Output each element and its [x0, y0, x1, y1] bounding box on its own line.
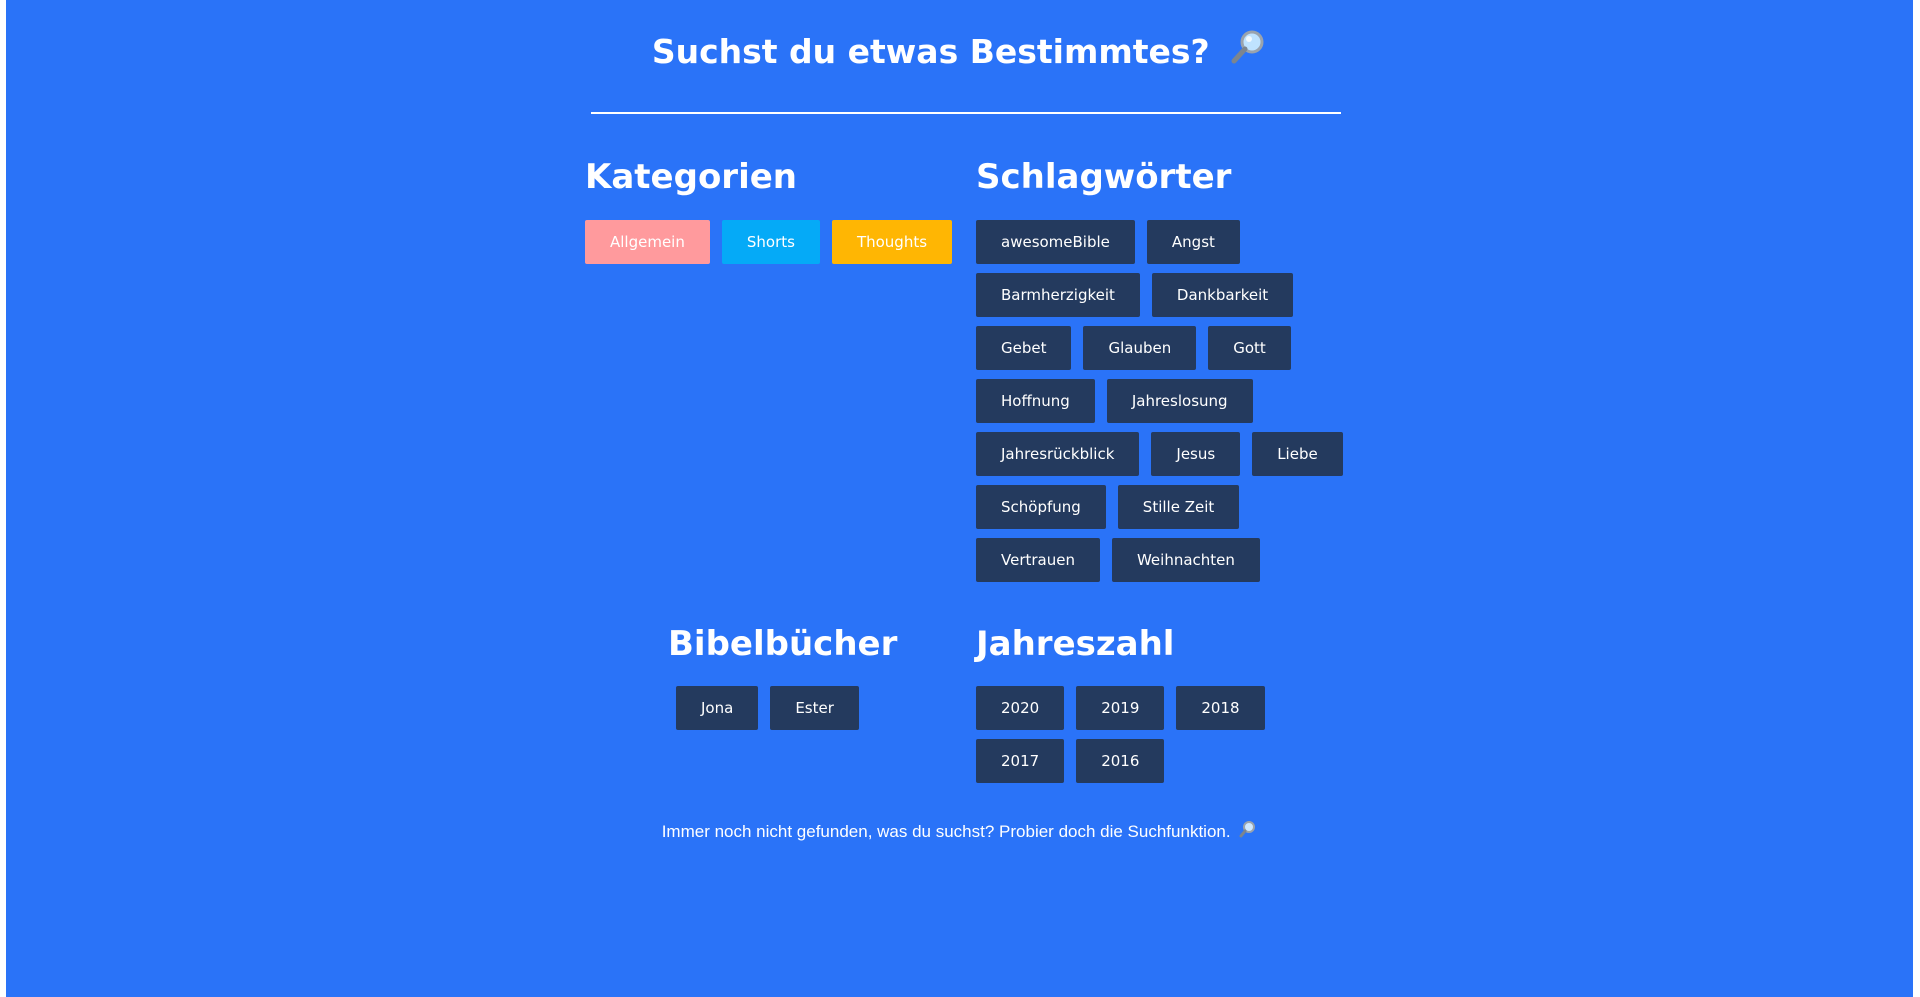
category-chip-allgemein[interactable]: Allgemein: [585, 220, 710, 264]
page-title-row: Suchst du etwas Bestimmtes?: [6, 28, 1913, 76]
tag-chip-vertrauen[interactable]: Vertrauen: [976, 538, 1100, 582]
tag-chip-hoffnung[interactable]: Hoffnung: [976, 379, 1095, 423]
year-chip-2016[interactable]: 2016: [1076, 739, 1165, 783]
tags-list: awesomeBible Angst Barmherzigkeit Dankbarke…: [976, 220, 1346, 582]
category-chip-shorts[interactable]: Shorts: [721, 220, 820, 264]
books-list: Jona Ester: [676, 686, 926, 730]
tag-chip-jahresrueckblick[interactable]: Jahresrückblick: [976, 432, 1140, 476]
page-title: Suchst du etwas Bestimmtes?: [651, 32, 1210, 71]
footer-text: Immer noch nicht gefunden, was du suchst…: [661, 822, 1231, 841]
year-chip-2020[interactable]: 2020: [976, 686, 1065, 730]
years-list: 2020 2019 2018 2017 2016: [976, 686, 1266, 783]
book-chip-ester[interactable]: Ester: [770, 686, 859, 730]
categories-list: Allgemein Shorts Thoughts: [585, 220, 985, 264]
book-chip-jona[interactable]: Jona: [676, 686, 759, 730]
tag-chip-angst[interactable]: Angst: [1146, 220, 1240, 264]
footer-hint: Immer noch nicht gefunden, was du suchst…: [6, 820, 1913, 845]
title-divider: [591, 112, 1341, 114]
tags-heading: Schlagwörter: [976, 157, 1232, 197]
tag-chip-dankbarkeit[interactable]: Dankbarkeit: [1151, 273, 1294, 317]
tag-chip-jahreslosung[interactable]: Jahreslosung: [1106, 379, 1253, 423]
tag-chip-gebet[interactable]: Gebet: [976, 326, 1072, 370]
magnifying-glass-icon: [1239, 820, 1257, 845]
categories-heading: Kategorien: [585, 157, 797, 197]
tag-chip-stille-zeit[interactable]: Stille Zeit: [1117, 485, 1240, 529]
years-heading: Jahreszahl: [976, 624, 1175, 664]
content-panel: Suchst du etwas Bestimmtes? Kategorien A…: [6, 0, 1913, 997]
year-chip-2018[interactable]: 2018: [1176, 686, 1265, 730]
tag-chip-weihnachten[interactable]: Weihnachten: [1111, 538, 1260, 582]
category-chip-thoughts[interactable]: Thoughts: [831, 220, 953, 264]
year-chip-2019[interactable]: 2019: [1076, 686, 1165, 730]
tag-chip-awesomebible[interactable]: awesomeBible: [976, 220, 1135, 264]
tag-chip-gott[interactable]: Gott: [1208, 326, 1291, 370]
books-heading: Bibelbücher: [668, 624, 898, 664]
tag-chip-schoepfung[interactable]: Schöpfung: [976, 485, 1106, 529]
tag-chip-barmherzigkeit[interactable]: Barmherzigkeit: [976, 273, 1140, 317]
tag-chip-glauben[interactable]: Glauben: [1083, 326, 1197, 370]
magnifying-glass-icon: [1229, 28, 1267, 79]
year-chip-2017[interactable]: 2017: [976, 739, 1065, 783]
tag-chip-jesus[interactable]: Jesus: [1151, 432, 1241, 476]
tag-chip-liebe[interactable]: Liebe: [1252, 432, 1343, 476]
